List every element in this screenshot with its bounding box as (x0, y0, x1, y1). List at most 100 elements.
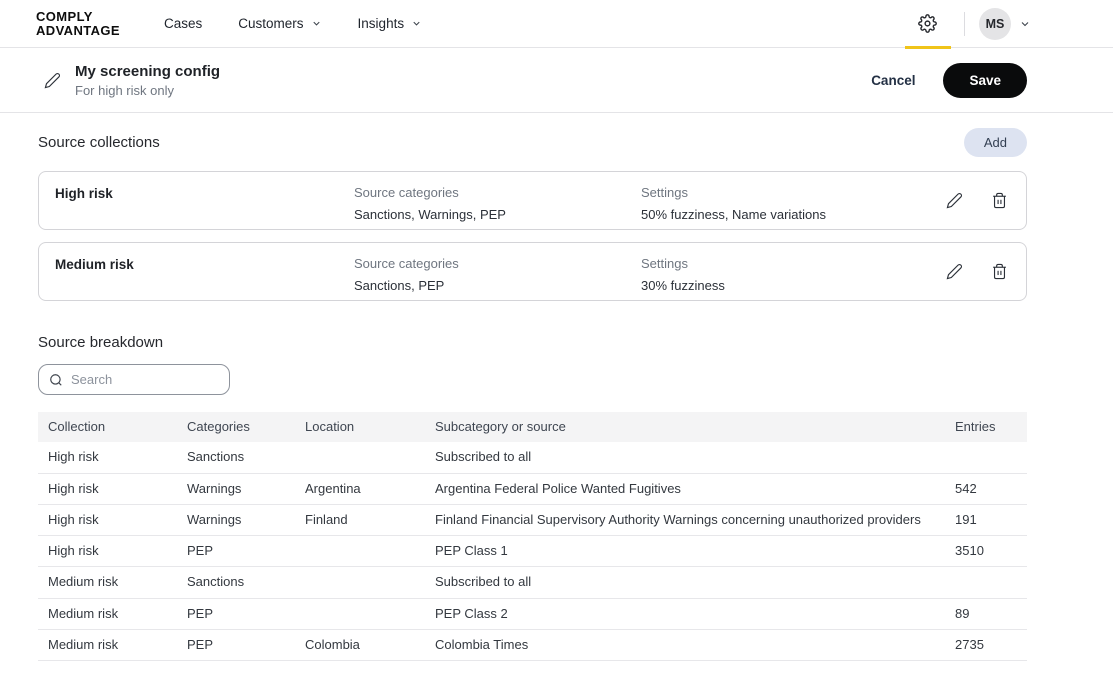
table-cell: 89 (945, 598, 1027, 629)
table-cell: PEP Class 1 (425, 536, 945, 567)
table-cell: Warnings (177, 473, 295, 504)
user-menu[interactable]: MS (979, 8, 1031, 40)
trash-icon (991, 192, 1008, 209)
search-icon (49, 373, 63, 387)
column-header-entries: Entries (945, 412, 1027, 442)
config-title-bar: My screening config For high risk only C… (0, 48, 1113, 113)
table-cell (295, 598, 425, 629)
search-input[interactable] (71, 372, 219, 387)
collection-card-high-risk: High risk Source categories Sanctions, W… (38, 171, 1027, 230)
column-header-collection: Collection (38, 412, 177, 442)
main-content: Source collections Add High risk Source … (0, 113, 1113, 661)
collection-settings: Settings 30% fuzziness (641, 256, 928, 293)
settings-button[interactable] (905, 0, 950, 48)
table-cell (945, 567, 1027, 598)
logo-line-1: COMPLY (36, 10, 120, 24)
column-header-location: Location (295, 412, 425, 442)
table-cell: PEP (177, 598, 295, 629)
collection-settings: Settings 50% fuzziness, Name variations (641, 185, 928, 222)
table-cell: 2735 (945, 630, 1027, 661)
table-row: Medium riskSanctions Subscribed to all (38, 567, 1027, 598)
table-cell (945, 442, 1027, 473)
table-cell: Colombia Times (425, 630, 945, 661)
nav-item-customers[interactable]: Customers (238, 16, 321, 31)
pencil-icon (946, 263, 963, 280)
chevron-down-icon (411, 18, 422, 29)
table-cell: Sanctions (177, 442, 295, 473)
table-cell: High risk (38, 442, 177, 473)
settings-label: Settings (641, 256, 928, 271)
column-header-subcategory-or-source: Subcategory or source (425, 412, 945, 442)
collection-categories: Source categories Sanctions, Warnings, P… (354, 185, 641, 222)
table-cell: High risk (38, 473, 177, 504)
active-tab-indicator (905, 46, 951, 49)
table-cell: Subscribed to all (425, 442, 945, 473)
nav-divider (964, 12, 965, 36)
edit-title-icon[interactable] (44, 72, 61, 89)
settings-value: 50% fuzziness, Name variations (641, 207, 928, 222)
collection-card-medium-risk: Medium risk Source categories Sanctions,… (38, 242, 1027, 301)
trash-icon (991, 263, 1008, 280)
table-cell: 191 (945, 504, 1027, 535)
nav-item-label: Cases (164, 16, 202, 31)
source-collections-title: Source collections (38, 134, 160, 151)
search-box (38, 364, 230, 395)
table-body: High riskSanctionsSubscribed to allHigh … (38, 442, 1027, 661)
save-button[interactable]: Save (943, 63, 1027, 98)
chevron-down-icon (311, 18, 322, 29)
table-cell: Subscribed to all (425, 567, 945, 598)
edit-collection-button[interactable] (944, 261, 965, 282)
gear-icon (918, 14, 937, 33)
table-cell (295, 567, 425, 598)
pencil-icon (946, 192, 963, 209)
categories-value: Sanctions, Warnings, PEP (354, 207, 641, 222)
cancel-button[interactable]: Cancel (871, 73, 915, 88)
source-breakdown-title: Source breakdown (38, 334, 1027, 351)
table-cell: Sanctions (177, 567, 295, 598)
table-row: High riskSanctions Subscribed to all (38, 442, 1027, 473)
table-cell: High risk (38, 536, 177, 567)
edit-collection-button[interactable] (944, 190, 965, 211)
table-cell: High risk (38, 504, 177, 535)
settings-value: 30% fuzziness (641, 278, 928, 293)
table-cell: Medium risk (38, 630, 177, 661)
table-cell: Colombia (295, 630, 425, 661)
nav-item-cases[interactable]: Cases (164, 16, 202, 31)
table-cell: Finland Financial Supervisory Authority … (425, 504, 945, 535)
nav-item-label: Customers (238, 16, 303, 31)
top-nav: COMPLY ADVANTAGE Cases Customers Insight… (0, 0, 1113, 48)
table-row: High riskWarningsFinlandFinland Financia… (38, 504, 1027, 535)
settings-label: Settings (641, 185, 928, 200)
collection-actions (944, 261, 1010, 282)
table-head-row: CollectionCategoriesLocationSubcategory … (38, 412, 1027, 442)
table-cell: Argentina Federal Police Wanted Fugitive… (425, 473, 945, 504)
table-cell (295, 536, 425, 567)
table-cell: PEP (177, 536, 295, 567)
primary-nav: Cases Customers Insights (164, 16, 905, 31)
table-cell: Medium risk (38, 598, 177, 629)
table-cell: Warnings (177, 504, 295, 535)
table-cell: 542 (945, 473, 1027, 504)
collection-name: Medium risk (55, 256, 354, 272)
categories-value: Sanctions, PEP (354, 278, 641, 293)
nav-item-insights[interactable]: Insights (358, 16, 423, 31)
table-cell: Medium risk (38, 567, 177, 598)
collection-categories: Source categories Sanctions, PEP (354, 256, 641, 293)
nav-item-label: Insights (358, 16, 405, 31)
collection-name: High risk (55, 185, 354, 201)
add-collection-button[interactable]: Add (964, 128, 1027, 157)
table-row: Medium riskPEP PEP Class 289 (38, 598, 1027, 629)
source-breakdown-table: CollectionCategoriesLocationSubcategory … (38, 412, 1027, 661)
delete-collection-button[interactable] (989, 190, 1010, 211)
table-cell: PEP (177, 630, 295, 661)
complyadvantage-logo[interactable]: COMPLY ADVANTAGE (36, 10, 120, 37)
page-subtitle: For high risk only (75, 83, 871, 98)
table-cell: 3510 (945, 536, 1027, 567)
table-cell: PEP Class 2 (425, 598, 945, 629)
delete-collection-button[interactable] (989, 261, 1010, 282)
categories-label: Source categories (354, 256, 641, 271)
table-cell (295, 442, 425, 473)
column-header-categories: Categories (177, 412, 295, 442)
table-row: High riskWarningsArgentinaArgentina Fede… (38, 473, 1027, 504)
page-title: My screening config (75, 63, 871, 80)
